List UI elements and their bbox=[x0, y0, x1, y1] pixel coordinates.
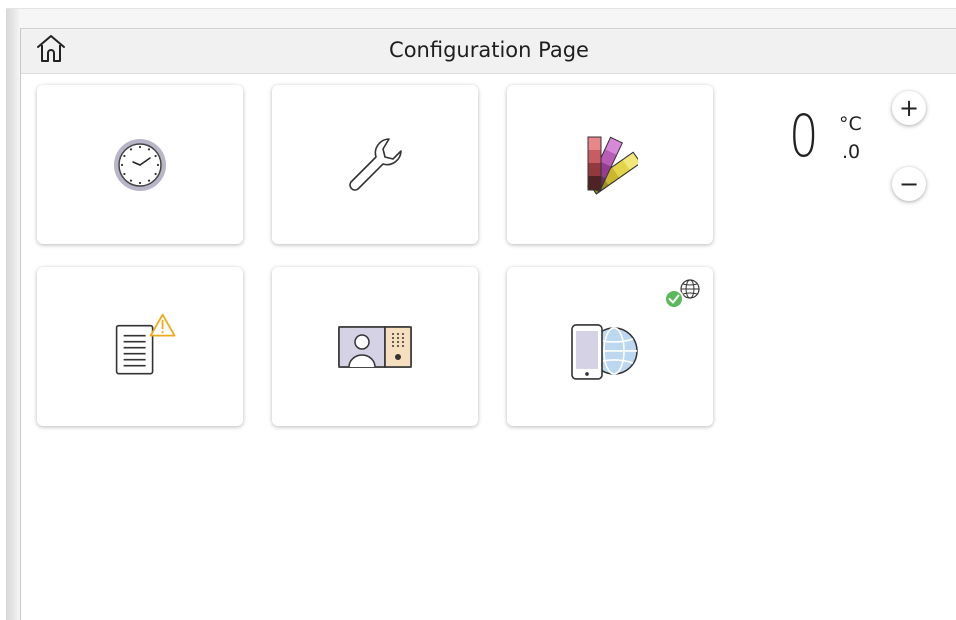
globe-check-icon bbox=[663, 277, 703, 315]
page-title: Configuration Page bbox=[389, 38, 589, 62]
intercom-icon bbox=[337, 323, 413, 371]
tile-settings[interactable] bbox=[272, 85, 478, 244]
clock-icon bbox=[112, 137, 168, 193]
tile-clock[interactable] bbox=[37, 85, 243, 244]
decrease-button[interactable]: − bbox=[892, 167, 926, 201]
temperature-display: 0 °C .0 bbox=[789, 107, 889, 193]
temperature-integer: 0 bbox=[789, 102, 819, 170]
tile-color-palette[interactable] bbox=[507, 85, 713, 244]
wrench-icon bbox=[343, 133, 407, 197]
temperature-decimal: .0 bbox=[842, 141, 861, 163]
tile-error-log[interactable] bbox=[37, 267, 243, 426]
temperature-unit: °C bbox=[839, 113, 862, 135]
header-bar: Configuration Page bbox=[21, 29, 956, 74]
phone-globe-icon bbox=[566, 320, 646, 382]
tile-remote-access[interactable] bbox=[507, 267, 713, 426]
configuration-screen: Configuration Page 0 °C .0 + − bbox=[20, 28, 956, 620]
document-warning-icon bbox=[111, 311, 181, 379]
tile-intercom[interactable] bbox=[272, 267, 478, 426]
increase-button[interactable]: + bbox=[892, 91, 926, 125]
color-swatches-icon bbox=[582, 135, 638, 195]
